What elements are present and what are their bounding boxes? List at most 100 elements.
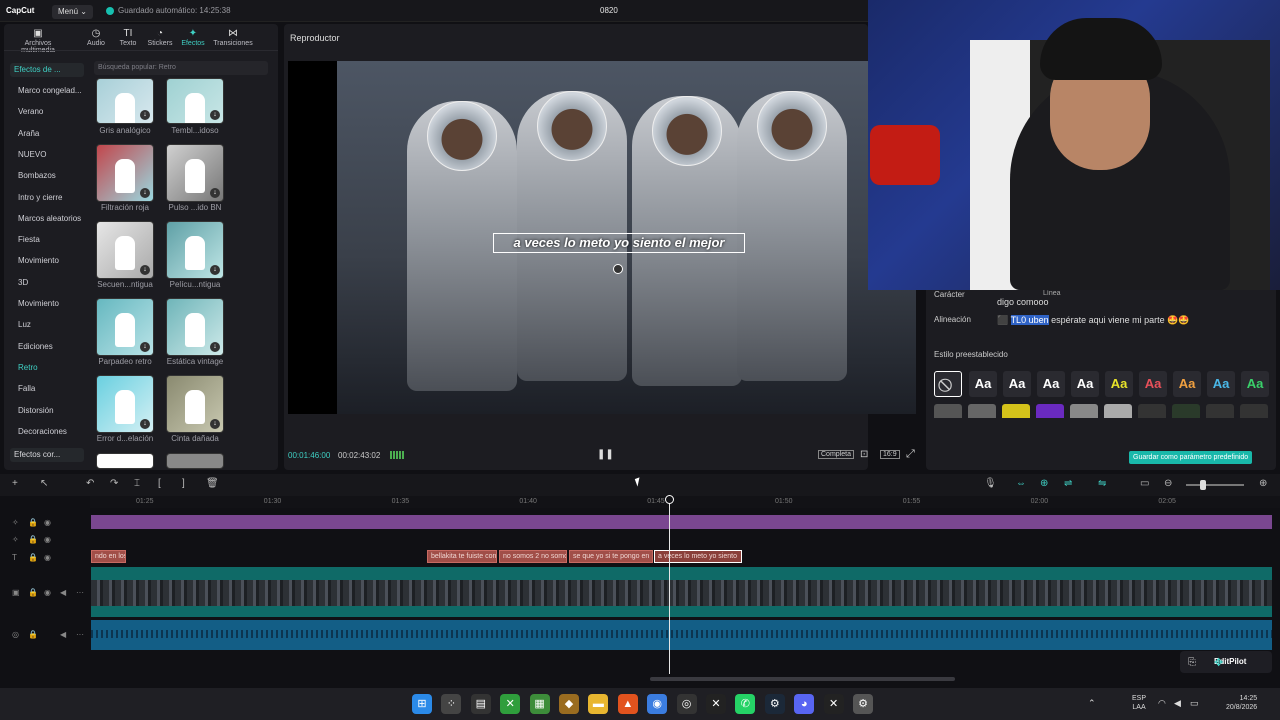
tab-media[interactable]: ▣Archivos multimedia [14, 28, 62, 54]
text-preset[interactable]: Aa [1139, 371, 1167, 397]
effect-thumbnail[interactable]: ↓ [96, 221, 154, 279]
category-item[interactable]: Falla [18, 384, 90, 393]
category-item[interactable]: Fiesta [18, 235, 90, 244]
snap-icon[interactable]: ⇌ [1064, 478, 1072, 489]
download-icon[interactable]: ↓ [140, 342, 150, 352]
text-preset[interactable] [968, 404, 996, 418]
text-preset[interactable]: Aa [1003, 371, 1031, 397]
xbox-icon[interactable]: ✕ [500, 694, 521, 714]
volume-icon[interactable]: ◀ [1174, 698, 1181, 709]
text-preset[interactable]: Aa [1241, 371, 1269, 397]
widgets-icon[interactable]: ⁘ [441, 694, 462, 714]
caption-icon[interactable]: ▭ [1140, 478, 1149, 489]
category-item[interactable]: 3D [18, 278, 90, 287]
language-indicator[interactable]: ESP LAA [1132, 694, 1146, 712]
effect-thumbnail[interactable]: ↓ [166, 78, 224, 124]
link-icon[interactable]: ⇔ [1016, 478, 1026, 489]
windows-icon[interactable]: ⊞ [412, 694, 432, 714]
category-item[interactable]: NUEVO [18, 150, 90, 159]
more-icon[interactable]: ··· [76, 630, 84, 639]
category-item[interactable]: Marcos aleatorios [18, 214, 90, 223]
category-item[interactable]: Ediciones [18, 342, 90, 351]
folder-icon[interactable]: ▬ [588, 694, 609, 714]
text-preset[interactable]: Aa [1071, 371, 1099, 397]
download-icon[interactable]: ↓ [210, 110, 220, 120]
text-preset[interactable] [1036, 404, 1064, 418]
effect-thumbnail[interactable]: ↓ [96, 375, 154, 433]
add-icon[interactable]: + [12, 478, 18, 489]
text-preset[interactable] [1240, 404, 1268, 418]
lock-icon[interactable]: 🔒 [28, 518, 38, 527]
whatsapp-icon[interactable]: ✆ [735, 694, 756, 714]
game-icon[interactable]: ◆ [559, 694, 579, 714]
capcut-icon[interactable]: ✕ [706, 694, 726, 714]
text-clip[interactable]: se que yo si te pongo en [569, 550, 653, 563]
speaker-icon[interactable]: ◀ [60, 588, 66, 597]
obs-icon[interactable]: ◎ [676, 694, 697, 714]
effect-thumbnail[interactable]: ↓ [166, 375, 224, 433]
battery-icon[interactable]: ▭ [1190, 698, 1199, 709]
settings-icon[interactable]: ⚙ [853, 694, 873, 714]
wifi-icon[interactable]: ◠ [1158, 698, 1166, 709]
text-preset[interactable] [1206, 404, 1234, 418]
text-preset[interactable] [1104, 404, 1132, 418]
effect-thumbnail[interactable] [96, 453, 154, 469]
eye-icon[interactable]: ◉ [44, 535, 51, 544]
timeline-scrollbar[interactable] [650, 677, 955, 681]
download-icon[interactable]: ↓ [210, 188, 220, 198]
zoom-slider-handle[interactable] [1200, 480, 1206, 490]
caption-edit-icon[interactable]: ⎘ [1188, 657, 1196, 668]
text-preset[interactable] [1002, 404, 1030, 418]
category-item[interactable]: Retro [18, 363, 90, 372]
no-style-icon[interactable]: ⃠ [934, 371, 962, 397]
category-item[interactable]: Intro y cierre [18, 193, 90, 202]
eye-icon[interactable]: ◉ [44, 553, 51, 562]
subtitle-text-box[interactable]: a veces lo meto yo siento el mejor [493, 233, 745, 253]
trim-right-icon[interactable]: ] [182, 478, 185, 489]
trim-left-icon[interactable]: [ [158, 478, 161, 489]
waveform-icon[interactable] [390, 451, 404, 459]
text-clip[interactable]: ndo en los [91, 550, 126, 563]
tab-transitions[interactable]: ⋈ Transiciones [209, 28, 257, 52]
category-item[interactable]: Distorsión [18, 406, 90, 415]
crop-icon[interactable]: ⊡ [860, 449, 868, 460]
text-preset[interactable]: Aa [1037, 371, 1065, 397]
text-clip[interactable]: bellakita te fuiste con [427, 550, 497, 563]
pause-button[interactable]: ❚❚ [597, 449, 614, 460]
text-preset[interactable]: Aa [1207, 371, 1235, 397]
effects-search-input[interactable]: Búsqueda popular: Retro [94, 61, 268, 75]
playhead[interactable] [669, 496, 670, 674]
effect-thumbnail[interactable]: ↓ [166, 144, 224, 202]
discord-icon[interactable]: ◕ [794, 694, 815, 714]
zoom-in-icon[interactable]: ⊕ [1259, 478, 1267, 489]
minecraft-icon[interactable]: ▦ [529, 694, 550, 714]
capcut-active-icon[interactable]: ✕ [823, 694, 844, 714]
effect-thumbnail[interactable] [166, 453, 224, 469]
text-preset[interactable]: Aa [1173, 371, 1201, 397]
zoom-slider[interactable] [1186, 484, 1244, 486]
effect-thumbnail[interactable]: ↓ [166, 221, 224, 279]
download-icon[interactable]: ↓ [140, 188, 150, 198]
steam-icon[interactable]: ⚙ [764, 694, 785, 714]
category-item[interactable]: Araña [18, 129, 90, 138]
download-icon[interactable]: ↓ [140, 110, 150, 120]
lock-icon[interactable]: 🔒 [28, 630, 38, 639]
alineacion-value[interactable]: ⬛ TL0 uben espérate aqui viene mi parte … [997, 315, 1190, 326]
download-icon[interactable]: ↓ [210, 265, 220, 275]
text-clip[interactable]: a veces lo meto yo siento [654, 550, 742, 563]
effect-thumbnail[interactable]: ↓ [96, 78, 154, 124]
select-icon[interactable]: ↖ [40, 478, 48, 489]
delete-icon[interactable]: 🗑 [206, 478, 219, 489]
chrome-icon[interactable]: ◉ [647, 694, 668, 714]
category-item[interactable]: Verano [18, 107, 90, 116]
category-item[interactable]: Movimiento [18, 299, 90, 308]
mic-icon[interactable]: 🎙 [984, 478, 997, 489]
effect-thumbnail[interactable]: ↓ [96, 298, 154, 356]
category-item[interactable]: Luz [18, 320, 90, 329]
text-clip[interactable]: no somos 2 no somo [499, 550, 567, 563]
aspect-ratio-button[interactable]: 16:9 [880, 450, 900, 459]
category-header[interactable]: Efectos de ... [10, 63, 84, 77]
category-item[interactable]: Marco congelad... [18, 86, 90, 95]
download-icon[interactable]: ↓ [140, 265, 150, 275]
undo-icon[interactable]: ↶ [86, 478, 94, 489]
